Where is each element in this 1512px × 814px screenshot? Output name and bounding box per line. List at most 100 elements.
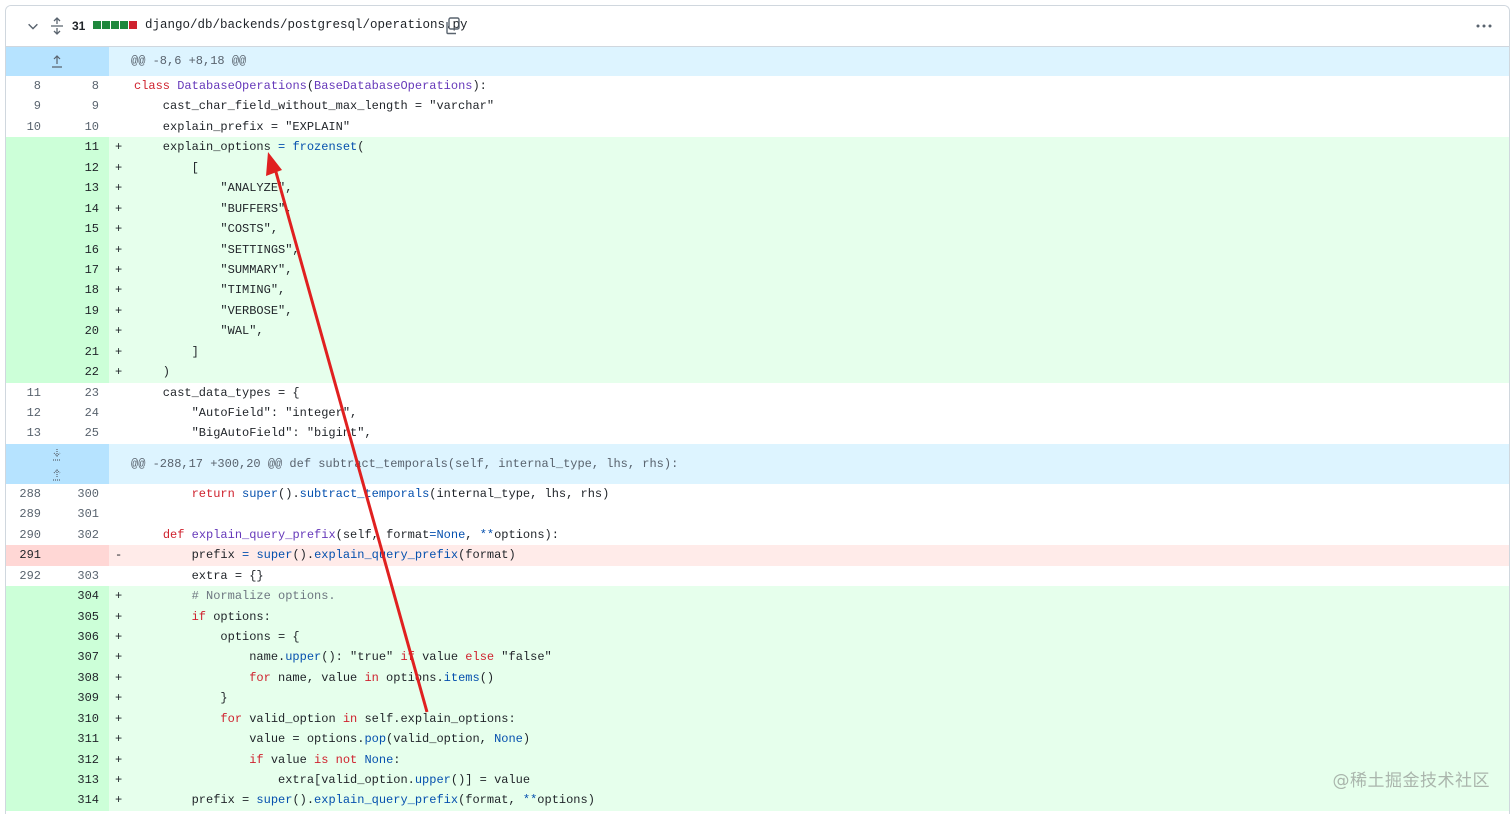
new-line-number[interactable]: 307	[62, 647, 109, 668]
context-line: 8 8 class DatabaseOperations(BaseDatabaseO…	[6, 76, 1509, 97]
code-text: return super().subtract_temporals(intern…	[191, 486, 610, 501]
old-line-number[interactable]	[6, 341, 62, 363]
expand-hunk-button[interactable]	[6, 47, 109, 76]
old-line-number[interactable]: 8	[6, 76, 62, 97]
old-line-number[interactable]	[6, 606, 62, 627]
new-line-number[interactable]: 16	[62, 239, 109, 260]
old-line-number[interactable]: 10	[6, 116, 62, 138]
change-count: 31	[72, 19, 86, 33]
more-options-icon[interactable]	[1475, 18, 1493, 34]
new-line-number[interactable]: 305	[62, 606, 109, 627]
old-line-number[interactable]	[6, 239, 62, 260]
old-line-number[interactable]	[6, 362, 62, 383]
old-line-number[interactable]	[6, 219, 62, 240]
new-line-number[interactable]: 314	[62, 790, 109, 811]
added-line: 16 + "SETTINGS",	[6, 239, 1509, 260]
old-line-number[interactable]	[6, 647, 62, 668]
old-line-number[interactable]: 291	[6, 545, 62, 566]
old-line-number[interactable]	[6, 137, 62, 158]
new-line-number[interactable]: 12	[62, 157, 109, 179]
old-line-number[interactable]	[6, 157, 62, 179]
old-line-number[interactable]: 292	[6, 565, 62, 587]
new-line-number[interactable]: 8	[62, 76, 109, 97]
new-line-number[interactable]: 20	[62, 321, 109, 342]
old-line-number[interactable]	[6, 729, 62, 750]
deleted-line: 291 - prefix = super().explain_query_pref…	[6, 545, 1509, 566]
diff-marker: +	[115, 242, 123, 257]
diff-marker: -	[115, 548, 123, 563]
new-line-number[interactable]: 301	[62, 504, 109, 525]
added-line: 314 + prefix = super().explain_query_pref…	[6, 790, 1509, 811]
new-line-number[interactable]: 15	[62, 219, 109, 240]
old-line-number[interactable]: 11	[6, 382, 62, 403]
old-line-number[interactable]	[6, 688, 62, 709]
new-line-number[interactable]: 313	[62, 770, 109, 791]
expand-hunk-button[interactable]	[6, 443, 109, 484]
old-line-number[interactable]	[6, 586, 62, 607]
new-line-number[interactable]: 24	[62, 403, 109, 424]
new-line-number[interactable]: 311	[62, 729, 109, 750]
old-line-number[interactable]: 289	[6, 504, 62, 525]
old-line-number[interactable]: 9	[6, 96, 62, 117]
new-line-number[interactable]: 19	[62, 300, 109, 322]
copy-icon[interactable]	[444, 17, 460, 35]
new-line-number[interactable]: 18	[62, 280, 109, 301]
new-line-number[interactable]: 21	[62, 341, 109, 363]
code-text: "BigAutoField": "bigint",	[134, 426, 372, 441]
diff-marker: +	[115, 160, 123, 175]
new-line-number[interactable]: 312	[62, 749, 109, 770]
old-line-number[interactable]	[6, 280, 62, 301]
old-line-number[interactable]	[6, 321, 62, 342]
new-line-number[interactable]: 9	[62, 96, 109, 117]
new-line-number[interactable]: 22	[62, 362, 109, 383]
new-line-number[interactable]: 17	[62, 259, 109, 281]
old-line-number[interactable]: 13	[6, 423, 62, 444]
new-line-number[interactable]: 10	[62, 116, 109, 138]
new-line-number[interactable]: 300	[62, 483, 109, 505]
diff-marker	[109, 484, 131, 504]
old-line-number[interactable]	[6, 178, 62, 199]
code-text: "BUFFERS",	[134, 201, 293, 216]
new-line-number[interactable]: 304	[62, 586, 109, 607]
old-line-number[interactable]	[6, 259, 62, 281]
added-line: 11 + explain_options = frozenset(	[6, 137, 1509, 158]
added-line: 14 + "BUFFERS",	[6, 198, 1509, 220]
new-line-number[interactable]: 25	[62, 423, 109, 444]
code-text: "WAL",	[134, 324, 264, 339]
old-line-number[interactable]	[6, 300, 62, 322]
new-line-number[interactable]	[62, 545, 109, 566]
new-line-number[interactable]: 306	[62, 626, 109, 648]
old-line-number[interactable]: 288	[6, 483, 62, 505]
file-path[interactable]: django/db/backends/postgresql/operations…	[145, 18, 468, 32]
diffstat-block	[111, 21, 119, 29]
old-line-number[interactable]	[6, 708, 62, 730]
chevron-down-icon[interactable]	[26, 19, 40, 33]
new-line-number[interactable]: 302	[62, 524, 109, 546]
code-text: extra = {}	[134, 568, 264, 583]
old-line-number[interactable]	[6, 626, 62, 648]
new-line-number[interactable]: 14	[62, 198, 109, 220]
old-line-number[interactable]	[6, 667, 62, 689]
added-line: 305 + if options:	[6, 606, 1509, 627]
diff-marker	[109, 117, 131, 137]
new-line-number[interactable]: 310	[62, 708, 109, 730]
expand-up-icon	[52, 55, 62, 68]
expand-all-icon[interactable]	[50, 17, 64, 35]
diff-marker: +	[115, 773, 123, 787]
old-line-number[interactable]: 290	[6, 524, 62, 546]
new-line-number[interactable]: 23	[62, 382, 109, 403]
old-line-number[interactable]	[6, 198, 62, 220]
expand-icon	[53, 448, 61, 481]
diff-marker	[109, 566, 131, 586]
new-line-number[interactable]: 303	[62, 565, 109, 587]
new-line-number[interactable]: 11	[62, 137, 109, 158]
new-line-number[interactable]: 308	[62, 667, 109, 689]
old-line-number[interactable]	[6, 770, 62, 791]
old-line-number[interactable]: 12	[6, 403, 62, 424]
diffstat-block	[129, 21, 137, 29]
old-line-number[interactable]	[6, 749, 62, 770]
old-line-number[interactable]	[6, 790, 62, 811]
new-line-number[interactable]: 13	[62, 178, 109, 199]
diff-marker	[109, 383, 131, 403]
new-line-number[interactable]: 309	[62, 688, 109, 709]
